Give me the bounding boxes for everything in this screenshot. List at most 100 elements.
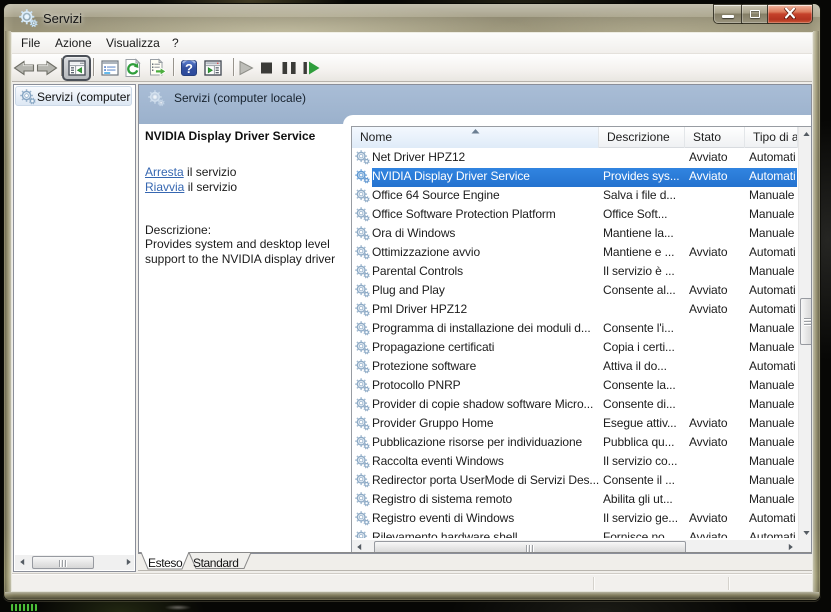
cell-nome: Office 64 Source Engine — [372, 188, 602, 202]
cell-nome: Programma di installazione dei moduli d.… — [372, 321, 602, 335]
cell-nome: Registro di sistema remoto — [372, 492, 602, 506]
toolbar-export-list-button[interactable] — [146, 57, 168, 79]
scroll-up-icon[interactable] — [799, 127, 812, 141]
service-row[interactable]: Registro di sistema remotoAbilita gli ut… — [352, 490, 797, 509]
status-bar — [12, 573, 812, 591]
list-header: NomeDescrizioneStatoTipo di avvio — [352, 127, 797, 148]
restart-service-link[interactable]: Riavvia — [145, 180, 184, 194]
service-gear-icon — [355, 397, 370, 415]
toolbar-help-button[interactable]: ? — [178, 57, 200, 79]
cell-descrizione: Pubblica qu... — [603, 435, 685, 449]
cell-nome: Ottimizzazione avvio — [372, 245, 602, 259]
service-row[interactable]: Office Software Protection PlatformOffic… — [352, 205, 797, 224]
cell-stato: Avviato — [689, 283, 745, 297]
cell-descrizione: Salva i file d... — [603, 188, 685, 202]
minimize-button[interactable] — [714, 5, 742, 23]
tree-horizontal-scrollbar[interactable] — [15, 555, 134, 570]
horizontal-scroll-thumb[interactable] — [32, 556, 94, 569]
vertical-scroll-thumb[interactable] — [800, 298, 812, 345]
toolbar-properties-button[interactable] — [99, 57, 121, 79]
stop-service-link[interactable]: Arresta — [145, 165, 184, 179]
service-row[interactable]: Net Driver HPZ12AvviatoAutomatico — [352, 148, 797, 167]
cell-descrizione: Consente l'i... — [603, 321, 685, 335]
service-row[interactable]: Registro eventi di WindowsIl servizio ge… — [352, 509, 797, 528]
toolbar-pause-service-button[interactable] — [278, 57, 300, 79]
service-row[interactable]: Ora di WindowsMantiene la...Manuale — [352, 224, 797, 243]
service-gear-icon — [355, 416, 370, 434]
service-row[interactable]: Protocollo PNRPConsente la...Manuale — [352, 376, 797, 395]
cell-tipo: Manuale — [749, 321, 795, 335]
stop-service-line: Arresta il servizio — [145, 165, 236, 179]
toolbar-forward-button[interactable] — [36, 57, 58, 79]
toolbar-restart-service-button[interactable] — [302, 57, 324, 79]
service-gear-icon — [355, 492, 370, 510]
cell-descrizione: Abilita gli ut... — [603, 492, 685, 506]
service-row[interactable]: Programma di installazione dei moduli d.… — [352, 319, 797, 338]
service-row[interactable]: Parental ControlsIl servizio è ...Manual… — [352, 262, 797, 281]
cell-descrizione: Mantiene la... — [603, 226, 685, 240]
service-row[interactable]: NVIDIA Display Driver ServiceProvides sy… — [352, 167, 797, 186]
service-gear-icon — [355, 169, 370, 187]
scroll-down-icon[interactable] — [799, 526, 812, 540]
cell-tipo: Manuale — [749, 397, 795, 411]
toolbar-refresh-button[interactable] — [122, 57, 144, 79]
column-header-descrizione[interactable]: Descrizione — [599, 127, 685, 148]
service-row[interactable]: Raccolta eventi WindowsIl servizio co...… — [352, 452, 797, 471]
cell-descrizione: Consente al... — [603, 283, 685, 297]
service-row[interactable]: Provider Gruppo HomeEsegue attiv...Avvia… — [352, 414, 797, 433]
menu-file[interactable]: File — [21, 36, 40, 50]
scroll-left-icon[interactable] — [15, 555, 30, 569]
list-rows: Net Driver HPZ12AvviatoAutomaticoNVIDIA … — [352, 148, 797, 538]
service-row[interactable]: Office 64 Source EngineSalva i file d...… — [352, 186, 797, 205]
menu-visualizza[interactable]: Visualizza — [106, 36, 160, 50]
toolbar-stop-service-button[interactable] — [256, 57, 278, 79]
service-row[interactable]: Rilevamento hardware shellFornisce no...… — [352, 528, 797, 538]
cell-tipo: Automatico — [749, 283, 795, 297]
column-header-stato[interactable]: Stato — [685, 127, 745, 148]
toolbar-show-hide-action-pane-button[interactable] — [202, 57, 224, 79]
service-row[interactable]: Provider di copie shadow software Micro.… — [352, 395, 797, 414]
titlebar[interactable]: Servizi — [4, 4, 820, 33]
service-row[interactable]: Pml Driver HPZ12AvviatoAutomatico — [352, 300, 797, 319]
cell-tipo: Manuale — [749, 264, 795, 278]
service-row[interactable]: Redirector porta UserMode di Servizi Des… — [352, 471, 797, 490]
service-row[interactable]: Ottimizzazione avvioMantiene e ...Avviat… — [352, 243, 797, 262]
service-gear-icon — [355, 188, 370, 206]
service-row[interactable]: Propagazione certificatiCopia i certi...… — [352, 338, 797, 357]
close-button[interactable] — [768, 5, 812, 23]
cell-descrizione: Copia i certi... — [603, 340, 685, 354]
cell-stato: Avviato — [689, 302, 745, 316]
frame-left-edge — [5, 31, 11, 592]
column-header-nome[interactable]: Nome — [352, 127, 599, 148]
toolbar-back-button[interactable] — [13, 57, 35, 79]
cell-tipo: Manuale — [749, 416, 795, 430]
scroll-right-icon[interactable] — [121, 555, 136, 569]
service-row[interactable]: Pubblicazione risorse per individuazione… — [352, 433, 797, 452]
cell-tipo: Automatico — [749, 169, 795, 183]
column-header-tipo-di-avvio[interactable]: Tipo di avvio — [745, 127, 798, 148]
cell-descrizione: Il servizio co... — [603, 454, 685, 468]
cell-nome: NVIDIA Display Driver Service — [372, 169, 602, 183]
frame-right-edge — [813, 31, 819, 592]
cell-nome: Propagazione certificati — [372, 340, 602, 354]
sort-ascending-icon — [471, 129, 480, 134]
cell-tipo: Automatico — [749, 302, 795, 316]
list-vertical-scrollbar[interactable] — [798, 127, 812, 540]
menu-help[interactable]: ? — [172, 36, 179, 50]
service-row[interactable]: Plug and PlayConsente al...AvviatoAutoma… — [352, 281, 797, 300]
service-row[interactable]: Protezione softwareAttiva il do...Automa… — [352, 357, 797, 376]
pane-header-icon — [148, 90, 165, 112]
client-area: File Azione Visualizza ? ? Servizi (comp… — [12, 33, 812, 591]
menu-azione[interactable]: Azione — [55, 36, 92, 50]
cell-tipo: Manuale — [749, 188, 795, 202]
tab-esteso[interactable]: Esteso — [148, 556, 182, 570]
service-gear-icon — [355, 511, 370, 529]
toolbar-show-hide-console-tree-button[interactable] — [66, 57, 88, 79]
tab-standard[interactable]: Standard — [193, 556, 239, 570]
maximize-button[interactable] — [742, 5, 768, 23]
toolbar-start-service-button[interactable] — [236, 57, 258, 79]
cell-tipo: Manuale — [749, 492, 795, 506]
cell-descrizione: Il servizio è ... — [603, 264, 685, 278]
tree-item-servizi[interactable]: Servizi (computer locale) — [15, 86, 132, 106]
service-gear-icon — [355, 245, 370, 263]
